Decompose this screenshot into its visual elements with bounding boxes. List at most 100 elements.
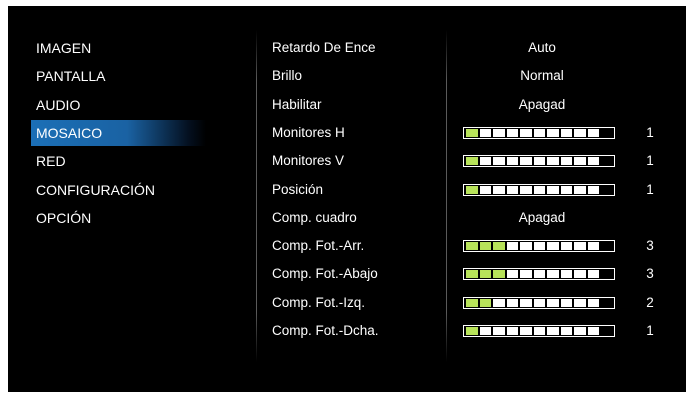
slider-segment — [547, 270, 559, 279]
slider-segment — [466, 185, 478, 194]
slider-segment — [560, 270, 572, 279]
slider-segment — [587, 157, 599, 166]
slider-monitores-h[interactable] — [463, 126, 615, 139]
slider-comp-fot-dcha[interactable] — [463, 325, 615, 337]
setting-label-retardo-de-ence[interactable]: Retardo De Ence — [272, 35, 442, 61]
slider-segment — [560, 128, 572, 137]
slider-segment — [506, 242, 518, 251]
slider-segment — [574, 128, 586, 137]
slider-segment — [479, 185, 491, 194]
slider-segment — [506, 157, 518, 166]
slider-segment — [493, 327, 505, 335]
slider-segment — [560, 185, 572, 194]
setting-label-comp-fot-dcha[interactable]: Comp. Fot.-Dcha. — [272, 318, 442, 344]
slider-segment — [466, 128, 478, 137]
setting-value-brillo[interactable]: Normal — [462, 63, 622, 89]
setting-label-comp-fot-arr[interactable]: Comp. Fot.-Arr. — [272, 233, 442, 259]
slider-comp-fot-abajo[interactable] — [463, 268, 615, 281]
slider-segment — [587, 270, 599, 279]
setting-label-monitores-h[interactable]: Monitores H — [272, 120, 442, 146]
slider-segment — [493, 242, 505, 251]
menu-item-opci-n[interactable]: OPCIÓN — [31, 205, 206, 231]
slider-segment — [520, 270, 532, 279]
slider-segment — [547, 298, 559, 307]
slider-segment — [493, 298, 505, 307]
slider-monitores-v[interactable] — [463, 155, 615, 168]
menu-item-pantalla[interactable]: PANTALLA — [31, 63, 206, 89]
slider-segment — [587, 298, 599, 307]
slider-segment — [479, 128, 491, 137]
setting-value-comp-cuadro[interactable]: Apagad — [462, 205, 622, 231]
slider-segment — [560, 327, 572, 335]
slider-segment — [506, 298, 518, 307]
slider-segment — [587, 327, 599, 335]
slider-segment — [587, 242, 599, 251]
slider-comp-fot-arr[interactable] — [463, 240, 615, 253]
menu-item-imagen[interactable]: IMAGEN — [31, 35, 206, 61]
slider-segment — [520, 298, 532, 307]
setting-value-habilitar[interactable]: Apagad — [462, 92, 622, 118]
slider-segment — [466, 327, 478, 335]
slider-segment — [533, 327, 545, 335]
setting-label-brillo[interactable]: Brillo — [272, 63, 442, 89]
slider-segment — [520, 242, 532, 251]
slider-segment — [533, 270, 545, 279]
slider-segment — [574, 157, 586, 166]
slider-segment — [479, 298, 491, 307]
slider-segment — [533, 128, 545, 137]
slider-segment — [547, 128, 559, 137]
slider-posici-n[interactable] — [463, 183, 615, 196]
setting-number-comp-fot-arr: 3 — [646, 238, 654, 254]
slider-segment — [547, 327, 559, 335]
slider-comp-fot-izq[interactable] — [463, 296, 615, 309]
slider-segment — [560, 298, 572, 307]
setting-label-comp-fot-izq[interactable]: Comp. Fot.-Izq. — [272, 290, 442, 316]
slider-segment — [479, 157, 491, 166]
slider-segment — [560, 242, 572, 251]
slider-segment — [574, 327, 586, 335]
setting-label-habilitar[interactable]: Habilitar — [272, 92, 442, 118]
slider-segment — [574, 242, 586, 251]
menu-item-audio[interactable]: AUDIO — [31, 92, 206, 118]
menu-item-configuraci-n[interactable]: CONFIGURACIÓN — [31, 177, 206, 203]
slider-segment — [466, 157, 478, 166]
slider-segment — [547, 185, 559, 194]
slider-segment — [533, 185, 545, 194]
setting-label-posici-n[interactable]: Posición — [272, 177, 442, 203]
slider-segment — [493, 128, 505, 137]
slider-segment — [506, 270, 518, 279]
slider-segment — [520, 128, 532, 137]
slider-segment — [493, 270, 505, 279]
setting-number-monitores-v: 1 — [646, 153, 654, 169]
slider-segment — [520, 327, 532, 335]
slider-segment — [506, 128, 518, 137]
setting-number-comp-fot-abajo: 3 — [646, 266, 654, 282]
slider-segment — [506, 327, 518, 335]
setting-number-comp-fot-izq: 2 — [646, 294, 654, 310]
menu-item-mosaico[interactable]: MOSAICO — [31, 119, 206, 146]
slider-segment — [506, 185, 518, 194]
slider-segment — [560, 157, 572, 166]
slider-segment — [493, 157, 505, 166]
slider-segment — [547, 157, 559, 166]
column-divider-left — [256, 30, 257, 362]
slider-segment — [533, 242, 545, 251]
setting-number-posici-n: 1 — [646, 181, 654, 197]
slider-segment — [520, 185, 532, 194]
setting-label-comp-cuadro[interactable]: Comp. cuadro — [272, 205, 442, 231]
slider-segment — [533, 298, 545, 307]
setting-label-comp-fot-abajo[interactable]: Comp. Fot.-Abajo — [272, 261, 442, 287]
setting-value-retardo-de-ence[interactable]: Auto — [462, 35, 622, 61]
slider-segment — [547, 242, 559, 251]
column-divider-right — [446, 30, 447, 362]
setting-label-monitores-v[interactable]: Monitores V — [272, 148, 442, 174]
menu-item-red[interactable]: RED — [31, 148, 206, 174]
slider-segment — [587, 128, 599, 137]
slider-segment — [574, 298, 586, 307]
slider-segment — [479, 242, 491, 251]
setting-number-monitores-h: 1 — [646, 124, 654, 140]
slider-segment — [493, 185, 505, 194]
slider-segment — [466, 270, 478, 279]
slider-segment — [533, 157, 545, 166]
slider-segment — [587, 185, 599, 194]
